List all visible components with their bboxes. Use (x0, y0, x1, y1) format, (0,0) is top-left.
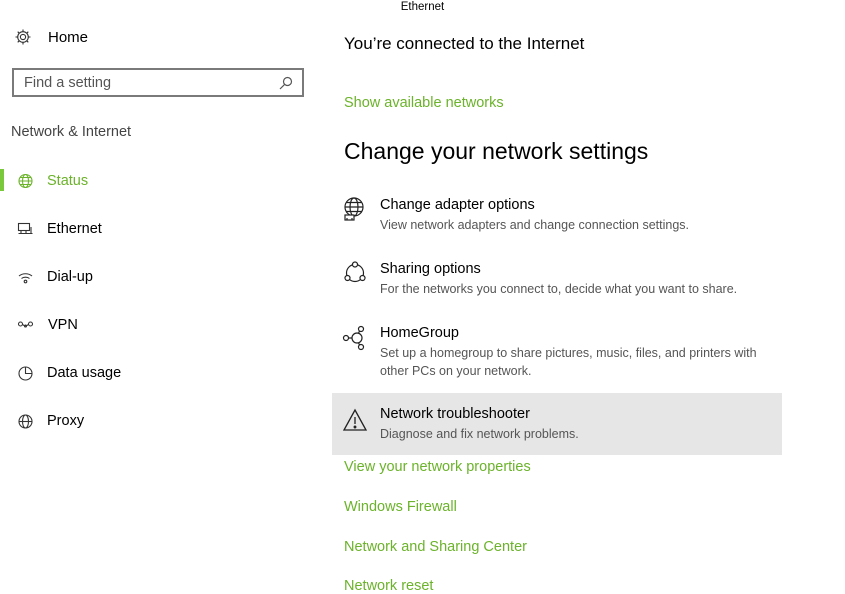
sidebar-item-label: Data usage (47, 365, 122, 381)
option-desc: View network adapters and change connect… (380, 218, 689, 232)
sidebar-item-label: Ethernet (47, 221, 102, 237)
option-title: HomeGroup (380, 325, 459, 341)
sidebar-item-label: Status (47, 173, 89, 189)
option-desc: Diagnose and fix network problems. (380, 427, 579, 441)
sidebar-item-data-usage[interactable]: Data usage (0, 358, 320, 388)
view-network-properties-link[interactable]: View your network properties (344, 459, 531, 475)
change-adapter-options[interactable]: Change adapter options View network adap… (332, 192, 782, 242)
pie-chart-icon (16, 364, 34, 382)
adapter-globe-icon (342, 196, 368, 222)
homegroup-option[interactable]: HomeGroup Set up a homegroup to share pi… (332, 320, 782, 384)
sidebar-item-label: Proxy (47, 413, 85, 429)
sidebar-item-proxy[interactable]: Proxy (0, 406, 320, 436)
sidebar: Home Network & Internet Status Ethernet (0, 0, 320, 592)
connection-status: You’re connected to the Internet (344, 34, 585, 53)
windows-firewall-link[interactable]: Windows Firewall (344, 499, 457, 515)
sidebar-item-label: Dial-up (47, 269, 93, 285)
show-available-networks-link[interactable]: Show available networks (344, 95, 504, 111)
sidebar-item-ethernet[interactable]: Ethernet (0, 214, 320, 244)
search-input[interactable] (14, 74, 276, 91)
sidebar-item-dialup[interactable]: Dial-up (0, 262, 320, 292)
option-title: Change adapter options (380, 197, 535, 213)
home-nav[interactable]: Home (14, 26, 88, 48)
dialup-icon (16, 268, 34, 286)
globe-status-icon (16, 172, 34, 190)
sharing-icon (342, 260, 368, 286)
sidebar-item-label: VPN (48, 317, 78, 333)
sidebar-item-vpn[interactable]: VPN (0, 310, 320, 340)
option-title: Network troubleshooter (380, 406, 530, 422)
gear-icon (14, 28, 32, 46)
search-box[interactable] (12, 68, 304, 97)
sidebar-item-status[interactable]: Status (0, 166, 320, 196)
option-title: Sharing options (380, 261, 481, 277)
home-label: Home (48, 28, 89, 46)
ethernet-icon (16, 220, 34, 238)
active-indicator (0, 169, 4, 191)
option-desc: Set up a homegroup to share pictures, mu… (380, 346, 757, 378)
sharing-options[interactable]: Sharing options For the networks you con… (332, 256, 782, 306)
globe-icon (16, 412, 34, 430)
section-label: Network & Internet (11, 124, 132, 140)
warning-icon (342, 407, 368, 433)
search-icon[interactable] (276, 73, 296, 93)
homegroup-icon (342, 325, 368, 351)
option-desc: For the networks you connect to, decide … (380, 282, 738, 296)
network-troubleshooter[interactable]: Network troubleshooter Diagnose and fix … (332, 393, 782, 455)
page-heading: Change your network settings (344, 138, 649, 164)
vpn-icon (16, 316, 34, 334)
network-sharing-center-link[interactable]: Network and Sharing Center (344, 539, 527, 555)
